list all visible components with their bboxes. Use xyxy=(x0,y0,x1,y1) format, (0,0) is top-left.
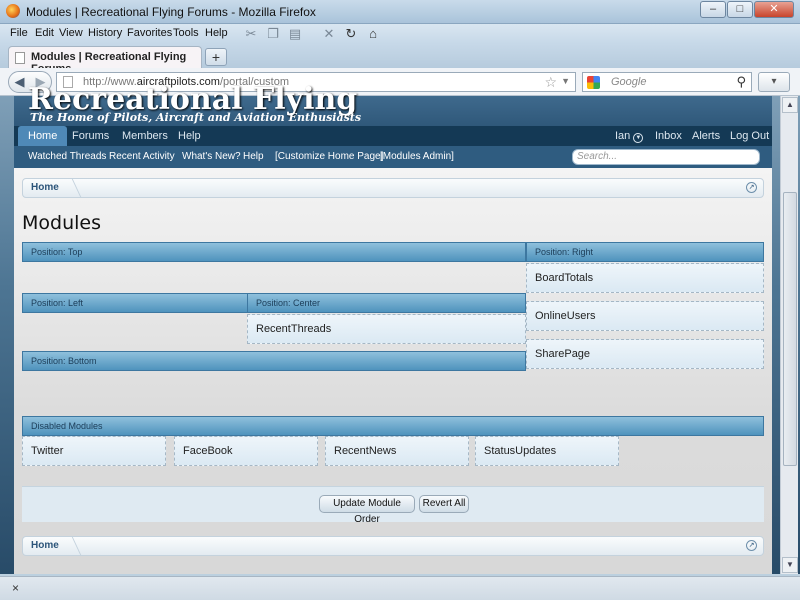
link-modules-admin[interactable]: [Modules Admin] xyxy=(380,151,454,162)
site-header: Recreational Flying The Home of Pilots, … xyxy=(14,82,772,126)
menu-tools[interactable]: Tools xyxy=(173,27,199,39)
new-tab-button[interactable]: + xyxy=(205,48,227,66)
site-nav-tabs: Home Forums Members Help Ian ▼ Inbox Ale… xyxy=(14,126,772,146)
menu-help[interactable]: Help xyxy=(205,27,228,39)
jump-to-icon[interactable]: ↗ xyxy=(746,540,757,551)
link-whats-new[interactable]: What's New? xyxy=(182,151,241,162)
link-customize-home-page[interactable]: [Customize Home Page] xyxy=(275,151,383,162)
link-recent-activity[interactable]: Recent Activity xyxy=(109,151,175,162)
module-board-totals[interactable]: BoardTotals xyxy=(526,263,764,293)
disabled-modules-header: Disabled Modules xyxy=(22,416,764,436)
breadcrumb-separator xyxy=(58,536,82,556)
page-icon xyxy=(15,52,25,64)
status-bar: × xyxy=(0,576,800,600)
module-recent-news[interactable]: RecentNews xyxy=(325,436,469,466)
position-top-header: Position: Top xyxy=(22,242,526,262)
page-title: Modules xyxy=(22,212,101,234)
browser-tab[interactable]: Modules | Recreational Flying Forums xyxy=(8,46,202,75)
home-icon[interactable]: ⌂ xyxy=(366,26,380,42)
module-online-users[interactable]: OnlineUsers xyxy=(526,301,764,331)
nav-tab-help[interactable]: Help xyxy=(178,126,201,146)
tab-strip: Modules | Recreational Flying Forums + xyxy=(0,44,800,75)
breadcrumb-separator xyxy=(58,178,82,198)
breadcrumb-home[interactable]: Home xyxy=(31,540,59,551)
close-window-icon[interactable]: ✕ xyxy=(754,1,794,18)
position-right-header: Position: Right xyxy=(526,242,764,262)
module-twitter[interactable]: Twitter xyxy=(22,436,166,466)
site-tagline: The Home of Pilots, Aircraft and Aviatio… xyxy=(30,111,362,124)
web-search-box[interactable]: Google ⚲ xyxy=(582,72,752,92)
window-title: Modules | Recreational Flying Forums - M… xyxy=(26,5,316,19)
maximize-icon[interactable]: □ xyxy=(727,1,753,18)
scroll-up-icon[interactable]: ▲ xyxy=(782,97,798,113)
account-user-menu[interactable]: Ian ▼ xyxy=(615,126,644,146)
chevron-down-icon: ▼ xyxy=(633,133,644,143)
revert-all-button[interactable]: Revert All xyxy=(419,495,469,513)
site-search-input[interactable]: Search... xyxy=(572,149,760,165)
update-module-order-button[interactable]: Update Module Order xyxy=(319,495,415,525)
back-arrow-icon[interactable]: ◀ xyxy=(15,74,25,90)
scroll-thumb[interactable] xyxy=(783,192,797,466)
close-icon[interactable]: × xyxy=(12,581,19,595)
menubar-nav-icons: ✂ ❐ ▤ ✕ ↻ ⌂ xyxy=(244,26,380,42)
nav-tab-members[interactable]: Members xyxy=(122,126,168,146)
search-placeholder: Google xyxy=(611,76,647,88)
site-sub-nav: Watched Threads Recent Activity What's N… xyxy=(14,146,772,168)
nav-alerts[interactable]: Alerts xyxy=(692,126,720,146)
menu-file[interactable]: File xyxy=(10,27,28,39)
bookmark-star-icon[interactable]: ☆ xyxy=(544,74,557,91)
link-help[interactable]: Help xyxy=(243,151,264,162)
cut-icon[interactable]: ✂ xyxy=(244,26,258,42)
main-content: Home ↗ Modules Position: Top Position: R… xyxy=(14,168,772,574)
position-center-header: Position: Center xyxy=(247,293,526,313)
stop-icon[interactable]: ✕ xyxy=(322,26,336,42)
breadcrumb-bottom: Home ↗ xyxy=(22,536,764,556)
addon-menu-button[interactable]: ▾ xyxy=(758,72,790,92)
module-share-page[interactable]: SharePage xyxy=(526,339,764,369)
firefox-icon xyxy=(6,4,20,18)
nav-logout[interactable]: Log Out xyxy=(730,126,769,146)
module-status-updates[interactable]: StatusUpdates xyxy=(475,436,619,466)
minimize-icon[interactable]: – xyxy=(700,1,726,18)
nav-tab-forums[interactable]: Forums xyxy=(72,126,109,146)
menu-history[interactable]: History xyxy=(88,27,122,39)
jump-to-icon[interactable]: ↗ xyxy=(746,182,757,193)
menu-favorites[interactable]: Favorites xyxy=(127,27,172,39)
reload-icon[interactable]: ↻ xyxy=(344,26,358,42)
nav-inbox[interactable]: Inbox xyxy=(655,126,682,146)
url-dropdown-icon[interactable]: ▼ xyxy=(561,76,570,86)
menu-view[interactable]: View xyxy=(59,27,83,39)
vertical-scrollbar[interactable]: ▲ ▼ xyxy=(780,96,798,574)
scroll-down-icon[interactable]: ▼ xyxy=(782,557,798,573)
window-controls: – □ ✕ xyxy=(699,1,794,18)
position-bottom-header: Position: Bottom xyxy=(22,351,526,371)
window-titlebar: Modules | Recreational Flying Forums - M… xyxy=(0,0,800,24)
menu-edit[interactable]: Edit xyxy=(35,27,54,39)
forum-site: Recreational Flying The Home of Pilots, … xyxy=(14,82,772,574)
breadcrumb: Home ↗ xyxy=(22,178,764,198)
module-facebook[interactable]: FaceBook xyxy=(174,436,318,466)
link-watched-threads[interactable]: Watched Threads xyxy=(28,151,106,162)
position-left-header: Position: Left xyxy=(22,293,248,313)
breadcrumb-home[interactable]: Home xyxy=(31,182,59,193)
paste-icon[interactable]: ▤ xyxy=(288,26,302,42)
menu-bar: File Edit View History Favorites Tools H… xyxy=(0,24,800,44)
search-icon[interactable]: ⚲ xyxy=(736,74,746,90)
module-recent-threads[interactable]: RecentThreads xyxy=(247,314,526,344)
nav-tab-home[interactable]: Home xyxy=(18,126,68,146)
actions-bar: Update Module Order Revert All xyxy=(22,486,764,525)
google-icon[interactable] xyxy=(587,76,600,89)
copy-icon[interactable]: ❐ xyxy=(266,26,280,42)
